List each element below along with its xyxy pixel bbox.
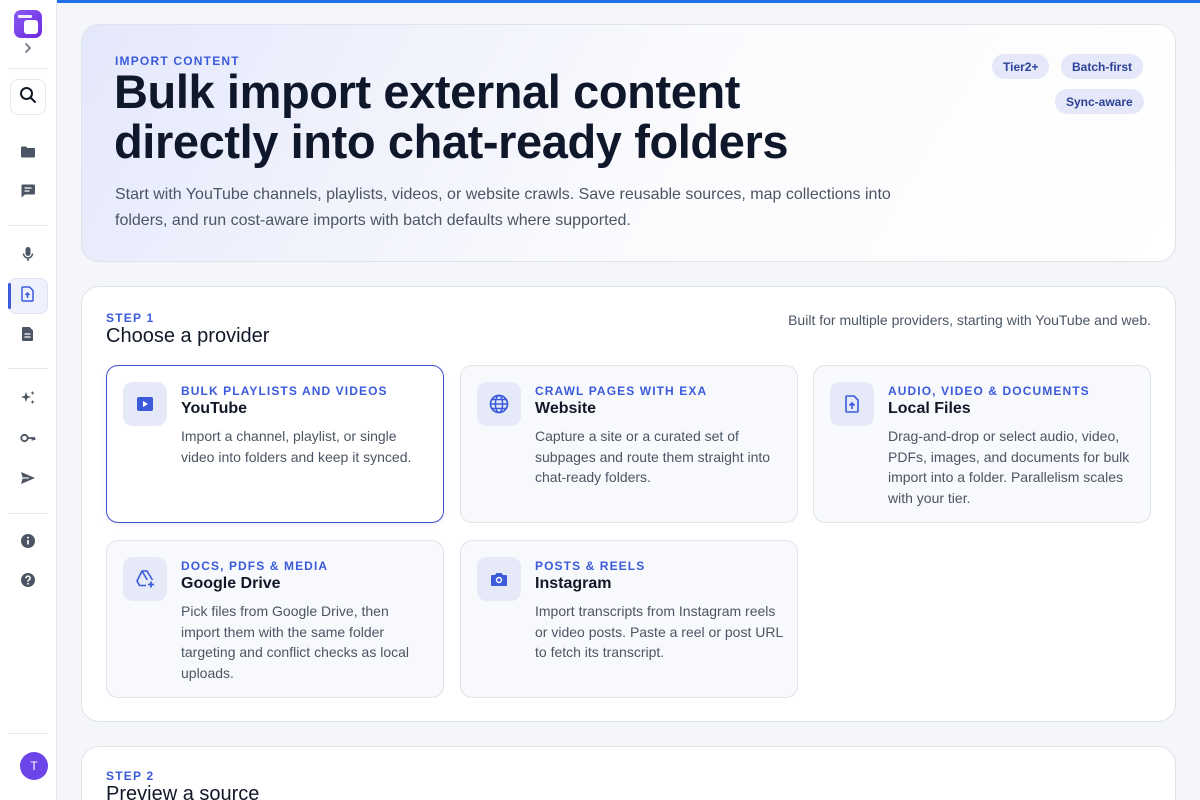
help-icon <box>19 571 37 594</box>
microphone-icon <box>19 245 37 268</box>
video-play-icon <box>123 382 167 426</box>
provider-title: Google Drive <box>181 575 281 592</box>
provider-title: Local Files <box>888 400 971 417</box>
page-title: Bulk import external content directly in… <box>114 67 874 167</box>
page-title-line-2: directly into chat-ready folders <box>114 115 789 168</box>
provider-title: Instagram <box>535 575 612 592</box>
provider-description: Pick files from Google Drive, then impor… <box>181 603 410 681</box>
step-2-eyebrow: STEP 2 <box>106 769 155 783</box>
step-2-panel: STEP 2 Preview a source <box>81 746 1176 800</box>
avatar[interactable]: T <box>20 752 48 780</box>
provider-kicker: BULK PLAYLISTS AND VIDEOS <box>181 384 388 398</box>
hero-description: Start with YouTube channels, playlists, … <box>115 182 915 234</box>
sidebar-item-info[interactable] <box>8 525 48 561</box>
provider-description: Import a channel, playlist, or single vi… <box>181 428 412 465</box>
provider-card-local-files[interactable]: AUDIO, VIDEO & DOCUMENTS Local Files Dra… <box>813 365 1151 523</box>
document-icon <box>19 325 37 348</box>
key-icon <box>19 429 37 452</box>
provider-kicker: POSTS & REELS <box>535 559 646 573</box>
sparkles-icon <box>19 389 37 412</box>
sidebar-item-import[interactable] <box>8 278 48 314</box>
sidebar-item-voice[interactable] <box>8 238 48 274</box>
app-logo[interactable] <box>14 10 42 38</box>
sidebar-item-documents[interactable] <box>8 318 48 354</box>
step-1-title: Choose a provider <box>106 325 270 347</box>
sidebar-divider <box>8 513 48 514</box>
globe-icon <box>477 382 521 426</box>
badge-sync-aware: Sync-aware <box>1055 89 1144 114</box>
step-1-note: Built for multiple providers, starting w… <box>788 312 1151 328</box>
provider-description: Drag-and-drop or select audio, video, PD… <box>888 428 1130 506</box>
sidebar: T <box>0 0 57 800</box>
top-progress-bar <box>57 0 1200 3</box>
send-icon <box>19 469 37 492</box>
provider-kicker: DOCS, PDFS & MEDIA <box>181 559 329 573</box>
provider-title: Website <box>535 400 597 417</box>
sidebar-item-help[interactable] <box>8 564 48 600</box>
sidebar-item-api-keys[interactable] <box>8 422 48 458</box>
folder-icon <box>19 143 37 166</box>
provider-card-google-drive[interactable]: DOCS, PDFS & MEDIA Google Drive Pick fil… <box>106 540 444 698</box>
badge-tier: Tier2+ <box>992 54 1050 79</box>
file-upload-icon <box>830 382 874 426</box>
badge-batch-first: Batch-first <box>1061 54 1144 79</box>
step-2-title: Preview a source <box>106 783 260 800</box>
provider-card-instagram[interactable]: POSTS & REELS Instagram Import transcrip… <box>460 540 798 698</box>
file-upload-icon <box>19 285 37 308</box>
step-1-eyebrow: STEP 1 <box>106 311 155 325</box>
provider-card-website[interactable]: CRAWL PAGES WITH EXA Website Capture a s… <box>460 365 798 523</box>
sidebar-divider <box>8 733 48 734</box>
sidebar-item-send[interactable] <box>8 462 48 498</box>
sidebar-item-folders[interactable] <box>8 136 48 172</box>
step-1-panel: STEP 1 Choose a provider Built for multi… <box>81 286 1176 722</box>
search-icon <box>18 85 38 110</box>
provider-card-youtube[interactable]: BULK PLAYLISTS AND VIDEOS YouTube Import… <box>106 365 444 523</box>
hero-description-line-1: Start with YouTube channels, playlists, … <box>115 186 891 203</box>
hero-description-line-2: folders, and run cost-aware imports with… <box>115 212 631 229</box>
provider-description: Capture a site or a curated set of subpa… <box>535 428 771 485</box>
sidebar-item-chat[interactable] <box>8 175 48 211</box>
camera-icon <box>477 557 521 601</box>
chevron-right-icon[interactable] <box>20 40 36 56</box>
provider-description: Import transcripts from Instagram reels … <box>535 603 783 660</box>
provider-title: YouTube <box>181 400 248 417</box>
sidebar-item-ai-tools[interactable] <box>8 382 48 418</box>
drive-add-icon <box>123 557 167 601</box>
sidebar-divider <box>8 368 48 369</box>
provider-kicker: CRAWL PAGES WITH EXA <box>535 384 708 398</box>
search-button[interactable] <box>10 79 46 115</box>
page-title-line-1: Bulk import external content <box>114 65 741 118</box>
info-icon <box>19 532 37 555</box>
chat-icon <box>19 182 37 205</box>
sidebar-divider <box>8 225 48 226</box>
sidebar-divider <box>8 68 48 69</box>
hero-banner: IMPORT CONTENT Bulk import external cont… <box>81 24 1176 262</box>
provider-kicker: AUDIO, VIDEO & DOCUMENTS <box>888 384 1090 398</box>
